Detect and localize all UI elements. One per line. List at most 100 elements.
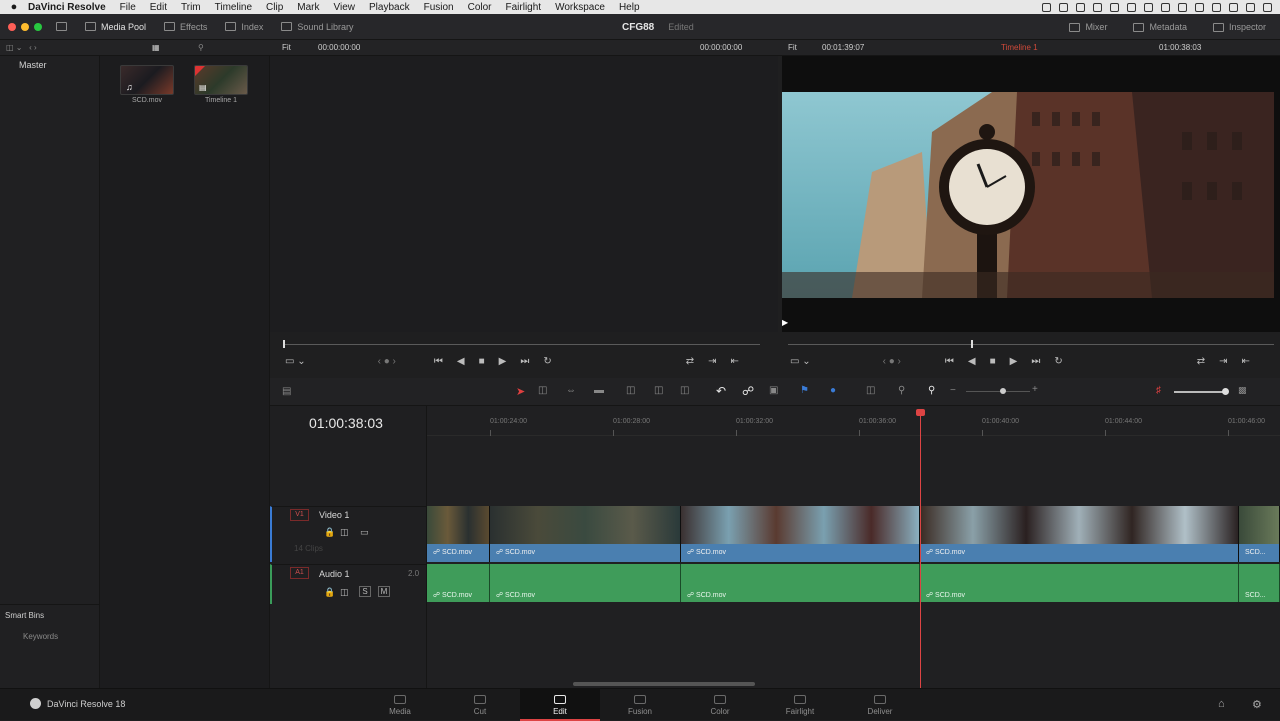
menu-file[interactable]: File (120, 2, 136, 13)
timeline-scrollbar[interactable] (573, 682, 755, 686)
track-name[interactable]: Video 1 (319, 510, 349, 520)
play-icon[interactable]: ▶ (1010, 356, 1018, 367)
status-icon[interactable] (1144, 2, 1153, 12)
menu-timeline[interactable]: Timeline (215, 2, 252, 13)
mark-out-icon[interactable]: ⇤ (731, 356, 739, 367)
status-icon[interactable] (1195, 2, 1204, 12)
mute-speaker-icon[interactable]: ♯ (1156, 385, 1161, 396)
close-window-button[interactable] (8, 22, 16, 31)
menu-workspace[interactable]: Workspace (555, 2, 605, 13)
mixer-button[interactable]: Mixer (1069, 22, 1107, 32)
zoom-slider-knob[interactable] (1000, 388, 1006, 394)
audio-clip[interactable]: SCD... (1239, 564, 1280, 602)
metadata-button[interactable]: Metadata (1133, 22, 1187, 32)
zoom-in-icon[interactable]: + (1032, 384, 1038, 395)
skip-to-start-icon[interactable]: ⏮ (434, 356, 443, 367)
menu-view[interactable]: View (334, 2, 356, 13)
viewer-layout-icon[interactable]: ▭ ⌄ (790, 356, 811, 367)
status-icon[interactable] (1076, 2, 1085, 12)
page-color[interactable]: Color (690, 695, 750, 716)
dynamic-trim-icon[interactable]: ⇔ (566, 385, 576, 396)
replace-clip-icon[interactable]: ◫ (680, 385, 689, 396)
skip-to-start-icon[interactable]: ⏮ (945, 356, 954, 367)
bin-view-controls[interactable]: ◫ ⌄ ‹ › (6, 43, 37, 52)
selection-tool-icon[interactable]: ➤ (516, 385, 525, 398)
video-track-header[interactable]: V1 Video 1 🔒 ◫ ▭ 14 Clips (270, 506, 427, 562)
status-icon[interactable] (1127, 2, 1136, 12)
apple-menu-icon[interactable]: ● (0, 1, 28, 13)
disable-track-icon[interactable]: ▭ (360, 527, 369, 538)
playhead-handle[interactable] (916, 409, 925, 416)
source-scrub-bar[interactable] (283, 344, 760, 345)
lock-icon[interactable]: 🔒 (324, 527, 335, 538)
mark-in-icon[interactable]: ⇥ (1219, 356, 1227, 367)
page-deliver[interactable]: Deliver (850, 695, 910, 716)
full-extent-zoom-icon[interactable]: ◫ (866, 385, 875, 396)
page-edit[interactable]: Edit (530, 695, 590, 716)
play-icon[interactable]: ▶ (499, 356, 507, 367)
pool-clip-scd[interactable]: ♫ SCD.mov (120, 65, 174, 104)
position-lock-icon[interactable]: ▣ (769, 385, 778, 396)
loop-icon[interactable]: ↻ (1054, 356, 1062, 367)
source-scrub-head[interactable] (283, 340, 285, 348)
wifi-icon[interactable] (1212, 2, 1221, 12)
play-reverse-icon[interactable]: ◀ (457, 356, 465, 367)
skip-to-end-icon[interactable]: ⏭ (520, 356, 529, 367)
jog-control-icon[interactable]: ‹ ● › (883, 356, 901, 367)
auto-select-icon[interactable]: ◫ (340, 587, 349, 598)
volume-slider[interactable] (1174, 391, 1226, 393)
track-name[interactable]: Audio 1 (319, 569, 350, 579)
linked-selection-icon[interactable]: ☍ (742, 384, 754, 398)
mute-button[interactable]: M (378, 586, 390, 597)
menu-fairlight[interactable]: Fairlight (506, 2, 542, 13)
audio-clip[interactable]: ☍ SCD.mov (681, 564, 920, 602)
audio-clip[interactable]: ☍ SCD.mov (427, 564, 490, 602)
audio-clip[interactable]: ☍ SCD.mov (920, 564, 1239, 602)
viewer-layout-icon[interactable]: ▭ ⌄ (285, 356, 306, 367)
page-fusion[interactable]: Fusion (610, 695, 670, 716)
track-badge[interactable]: A1 (290, 567, 309, 579)
audio-track-header[interactable]: A1 Audio 1 2.0 🔒 ◫ S M (270, 564, 427, 604)
control-center-icon[interactable] (1263, 2, 1272, 12)
menu-clip[interactable]: Clip (266, 2, 283, 13)
jog-control-icon[interactable]: ‹ ● › (378, 356, 396, 367)
track-badge[interactable]: V1 (290, 509, 309, 521)
index-button[interactable]: Index (225, 22, 263, 32)
video-clip[interactable]: ☍ SCD.mov (490, 506, 681, 562)
page-fairlight[interactable]: Fairlight (770, 695, 830, 716)
status-icon[interactable] (1178, 2, 1187, 12)
program-scrub-head[interactable] (971, 340, 973, 348)
menu-fusion[interactable]: Fusion (424, 2, 454, 13)
master-bin[interactable]: Master (19, 60, 47, 70)
menu-playback[interactable]: Playback (369, 2, 410, 13)
loop-icon[interactable]: ↻ (543, 356, 551, 367)
audio-meter-icon[interactable]: ▩ (1238, 385, 1247, 396)
mark-in-icon[interactable]: ⇥ (708, 356, 716, 367)
menu-color[interactable]: Color (468, 2, 492, 13)
status-icon[interactable] (1110, 2, 1119, 12)
play-reverse-icon[interactable]: ◀ (968, 356, 976, 367)
sound-library-button[interactable]: Sound Library (281, 22, 353, 32)
status-icon[interactable] (1042, 2, 1051, 12)
panel-toggle-button[interactable] (56, 22, 67, 31)
stop-icon[interactable]: ■ (479, 356, 485, 367)
audio-clip[interactable]: ☍ SCD.mov (490, 564, 681, 602)
solo-button[interactable]: S (359, 586, 371, 597)
video-clip[interactable]: ☍ SCD.mov (427, 506, 490, 562)
source-fit-dropdown[interactable]: Fit (282, 43, 291, 52)
marker-icon[interactable]: ● (830, 385, 836, 396)
settings-gear-icon[interactable]: ⚙ (1252, 698, 1262, 711)
pool-timeline-1[interactable]: ▤ Timeline 1 (194, 65, 248, 104)
volume-knob[interactable] (1222, 388, 1229, 395)
inspector-button[interactable]: Inspector (1212, 22, 1266, 32)
smart-bins-header[interactable]: Smart Bins (5, 611, 44, 620)
mark-out-icon[interactable]: ⇤ (1242, 356, 1250, 367)
status-icon[interactable] (1059, 2, 1068, 12)
grid-view-icon[interactable]: ▦ (152, 43, 160, 52)
video-clip[interactable]: ☍ SCD.mov (681, 506, 920, 562)
match-frame-icon[interactable]: ⇄ (1197, 356, 1205, 367)
keywords-bin[interactable]: Keywords (23, 632, 58, 641)
source-viewer[interactable] (270, 56, 778, 332)
timeline-selector[interactable]: Timeline 1 (1001, 43, 1038, 52)
overwrite-clip-icon[interactable]: ◫ (654, 385, 663, 396)
